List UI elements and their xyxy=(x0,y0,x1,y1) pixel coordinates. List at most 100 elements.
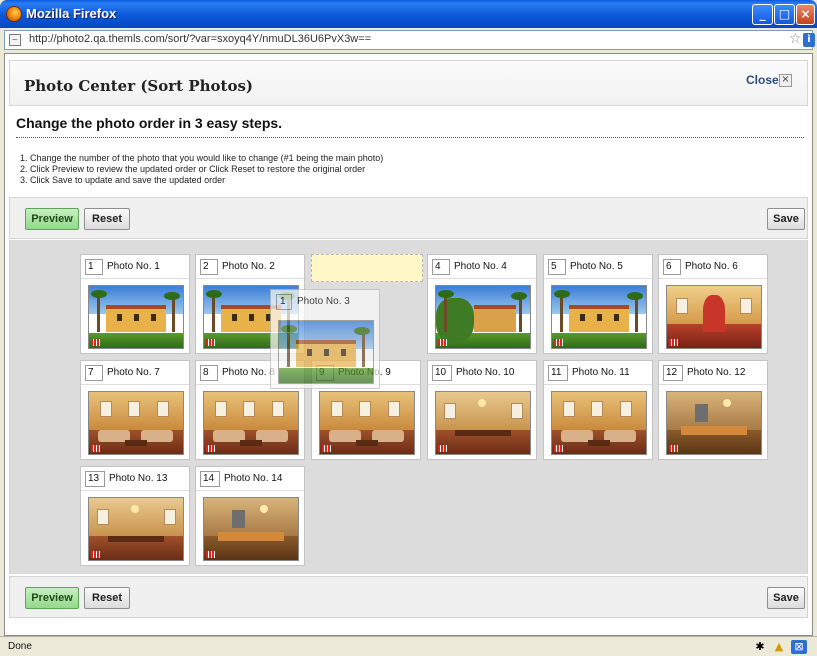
photo-tile-header: 12 Photo No. 12 xyxy=(659,361,767,385)
photo-tile[interactable]: 1 Photo No. 1 xyxy=(80,254,190,354)
photo-thumbnail[interactable] xyxy=(435,285,531,349)
photo-thumbnail[interactable] xyxy=(319,391,415,455)
photo-label: Photo No. 7 xyxy=(107,367,160,378)
photo-tile[interactable]: 14 Photo No. 14 xyxy=(195,466,305,566)
dotted-divider xyxy=(16,137,804,138)
photo-label: Photo No. 1 xyxy=(107,261,160,272)
reset-button-bottom[interactable]: Reset xyxy=(84,587,130,609)
photo-label: Photo No. 13 xyxy=(109,473,168,484)
save-button[interactable]: Save xyxy=(767,208,805,230)
photo-label: Photo No. 5 xyxy=(570,261,623,272)
bottom-toolbar: Preview Reset Save xyxy=(9,576,808,618)
address-bar[interactable]: ~ http://photo2.qa.themls.com/sort/?var=… xyxy=(4,30,815,50)
mls-logo-icon xyxy=(206,339,215,346)
mls-logo-icon xyxy=(438,445,447,452)
photo-number-input[interactable]: 10 xyxy=(432,365,452,381)
window-close-button[interactable]: × xyxy=(796,4,815,25)
firefox-logo-icon xyxy=(6,6,22,22)
photo-tile[interactable]: 13 Photo No. 13 xyxy=(80,466,190,566)
photo-thumbnail[interactable] xyxy=(666,285,762,349)
photo-thumbnail[interactable] xyxy=(88,391,184,455)
photo-tile-header: 2 Photo No. 2 xyxy=(196,255,304,279)
photo-number-input[interactable]: 7 xyxy=(85,365,103,381)
photo-tile-header: 7 Photo No. 7 xyxy=(81,361,189,385)
photo-tile-header: 5 Photo No. 5 xyxy=(544,255,652,279)
save-button-bottom[interactable]: Save xyxy=(767,587,805,609)
mls-logo-icon xyxy=(554,445,563,452)
photo-thumbnail[interactable] xyxy=(203,497,299,561)
photo-thumbnail[interactable] xyxy=(666,391,762,455)
drop-placeholder[interactable] xyxy=(311,254,423,282)
photo-label: Photo No. 14 xyxy=(224,473,283,484)
photo-label: Photo No. 8 xyxy=(222,367,275,378)
photo-tile[interactable]: 10 Photo No. 10 xyxy=(427,360,537,460)
photo-tile-header: 14 Photo No. 14 xyxy=(196,467,304,491)
spider-icon[interactable]: ✱ xyxy=(752,640,768,654)
photo-thumbnail[interactable] xyxy=(88,285,184,349)
mls-logo-icon xyxy=(669,445,678,452)
photo-tile[interactable]: 6 Photo No. 6 xyxy=(658,254,768,354)
photo-thumbnail[interactable] xyxy=(551,285,647,349)
warning-icon[interactable]: ▲ xyxy=(771,640,787,654)
page-title: Photo Center (Sort Photos) xyxy=(24,77,253,95)
photo-number-input[interactable]: 2 xyxy=(200,259,218,275)
mls-logo-icon xyxy=(554,339,563,346)
photo-thumbnail[interactable] xyxy=(278,320,374,384)
photo-label: Photo No. 10 xyxy=(456,367,515,378)
photo-label: Photo No. 11 xyxy=(572,367,630,378)
photo-thumbnail[interactable] xyxy=(203,391,299,455)
photo-number-input[interactable]: 1 xyxy=(276,294,292,310)
photo-tile-header: 13 Photo No. 13 xyxy=(81,467,189,491)
photo-thumbnail[interactable] xyxy=(435,391,531,455)
mls-logo-icon xyxy=(91,551,100,558)
url-text[interactable]: http://photo2.qa.themls.com/sort/?var=sx… xyxy=(29,33,371,45)
photo-tile[interactable]: 11 Photo No. 11 xyxy=(543,360,653,460)
photo-number-input[interactable]: 13 xyxy=(85,471,105,487)
mls-logo-icon xyxy=(206,445,215,452)
instructions-heading: Change the photo order in 3 easy steps. xyxy=(16,115,283,131)
photo-number-input[interactable]: 1 xyxy=(85,259,103,275)
preview-button[interactable]: Preview xyxy=(25,208,79,230)
close-link[interactable]: Close xyxy=(746,73,779,87)
photo-tile-header: 1 Photo No. 1 xyxy=(81,255,189,279)
status-bar: Done ✱ ▲ ⊠ xyxy=(0,636,817,656)
photo-label: Photo No. 6 xyxy=(685,261,738,272)
photo-label: Photo No. 12 xyxy=(687,367,746,378)
addon-icon[interactable]: ⊠ xyxy=(791,640,807,654)
photo-number-input[interactable]: 4 xyxy=(432,259,450,275)
star-icon[interactable]: ☆ xyxy=(789,31,802,47)
instruction-step: 1. Change the number of the photo that y… xyxy=(20,153,384,163)
reset-button[interactable]: Reset xyxy=(84,208,130,230)
photo-tile[interactable]: 5 Photo No. 5 xyxy=(543,254,653,354)
close-icon[interactable]: × xyxy=(779,74,792,87)
minimize-button[interactable]: _ xyxy=(752,4,773,25)
photo-number-input[interactable]: 6 xyxy=(663,259,681,275)
photo-thumbnail[interactable] xyxy=(88,497,184,561)
photo-tile[interactable]: 4 Photo No. 4 xyxy=(427,254,537,354)
top-toolbar: Preview Reset Save xyxy=(9,197,808,239)
mls-logo-icon xyxy=(91,339,100,346)
instruction-step: 2. Click Preview to review the updated o… xyxy=(20,164,366,174)
photo-number-input[interactable]: 11 xyxy=(548,365,568,381)
dialog-header: Photo Center (Sort Photos) Close × xyxy=(9,60,808,106)
photo-label: Photo No. 3 xyxy=(297,296,350,307)
info-icon[interactable]: i xyxy=(803,33,815,47)
dragged-photo-tile[interactable]: 1 Photo No. 3 xyxy=(270,289,380,389)
photo-tile[interactable]: 12 Photo No. 12 xyxy=(658,360,768,460)
photo-tile-header: 6 Photo No. 6 xyxy=(659,255,767,279)
photo-number-input[interactable]: 12 xyxy=(663,365,683,381)
photo-label: Photo No. 2 xyxy=(222,261,275,272)
mls-logo-icon xyxy=(438,339,447,346)
photo-thumbnail[interactable] xyxy=(551,391,647,455)
photo-number-input[interactable]: 14 xyxy=(200,471,220,487)
mls-logo-icon xyxy=(91,445,100,452)
photo-number-input[interactable]: 5 xyxy=(548,259,566,275)
instruction-step: 3. Click Save to update and save the upd… xyxy=(20,175,226,185)
instructions-list: 1. Change the number of the photo that y… xyxy=(20,153,383,186)
photo-tile[interactable]: 7 Photo No. 7 xyxy=(80,360,190,460)
preview-button-bottom[interactable]: Preview xyxy=(25,587,79,609)
photo-number-input[interactable]: 8 xyxy=(200,365,218,381)
mls-logo-icon xyxy=(206,551,215,558)
maximize-button[interactable]: □ xyxy=(774,4,795,25)
window-title: Mozilla Firefox xyxy=(26,6,117,21)
